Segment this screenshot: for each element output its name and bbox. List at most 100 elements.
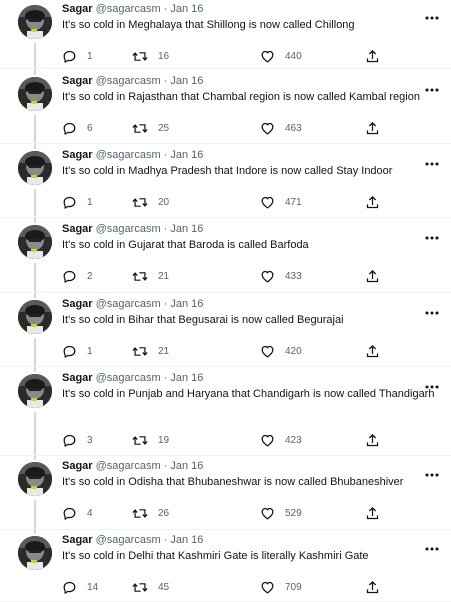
tweet[interactable]: Sagar @sagarcasm · Jan 16 It's so cold i… bbox=[0, 530, 451, 602]
more-options-button[interactable] bbox=[425, 79, 439, 92]
reply-button[interactable]: 1 bbox=[62, 48, 93, 64]
avatar[interactable] bbox=[18, 374, 52, 408]
retweet-button[interactable]: 45 bbox=[132, 579, 169, 595]
tweet[interactable]: Sagar @sagarcasm · Jan 16 It's so cold i… bbox=[0, 293, 451, 367]
tweet[interactable]: Sagar @sagarcasm · Jan 16 It's so cold i… bbox=[0, 456, 451, 530]
retweet-button[interactable]: 20 bbox=[132, 194, 169, 210]
retweet-button[interactable]: 26 bbox=[132, 505, 169, 521]
tweet-actions: 4 26 529 bbox=[62, 505, 392, 521]
upload-arrow-icon bbox=[366, 269, 379, 284]
author-handle[interactable]: @sagarcasm bbox=[96, 223, 161, 235]
three-dots-icon bbox=[425, 464, 439, 481]
share-button[interactable] bbox=[366, 194, 379, 210]
share-button[interactable] bbox=[366, 505, 379, 521]
author-name[interactable]: Sagar bbox=[62, 3, 93, 15]
author-handle[interactable]: @sagarcasm bbox=[96, 298, 161, 310]
tweet[interactable]: Sagar @sagarcasm · Jan 16 It's so cold i… bbox=[0, 367, 451, 456]
tweet-date[interactable]: · Jan 16 bbox=[164, 149, 204, 161]
tweet-content: Sagar @sagarcasm · Jan 16 It's so cold i… bbox=[62, 149, 441, 179]
more-options-button[interactable] bbox=[425, 376, 439, 389]
tweet[interactable]: Sagar @sagarcasm · Jan 16 It's so cold i… bbox=[0, 0, 451, 69]
tweet-date[interactable]: · Jan 16 bbox=[164, 534, 204, 546]
avatar[interactable] bbox=[18, 5, 52, 39]
share-button[interactable] bbox=[366, 579, 379, 595]
reply-button[interactable]: 2 bbox=[62, 268, 93, 284]
tweet-date[interactable]: · Jan 16 bbox=[164, 3, 204, 15]
tweet[interactable]: Sagar @sagarcasm · Jan 16 It's so cold i… bbox=[0, 69, 451, 144]
author-name[interactable]: Sagar bbox=[62, 75, 93, 87]
reply-button[interactable]: 6 bbox=[62, 120, 93, 136]
tweet-text: It's so cold in Meghalaya that Shillong … bbox=[62, 19, 355, 31]
reply-button[interactable]: 3 bbox=[62, 432, 93, 448]
retweet-button[interactable]: 16 bbox=[132, 48, 169, 64]
reply-button[interactable]: 14 bbox=[62, 579, 98, 595]
author-name[interactable]: Sagar bbox=[62, 460, 93, 472]
more-options-button[interactable] bbox=[425, 7, 439, 20]
like-count: 423 bbox=[285, 434, 302, 446]
thread-connector-line bbox=[34, 338, 36, 366]
avatar[interactable] bbox=[18, 462, 52, 496]
share-button[interactable] bbox=[366, 120, 379, 136]
retweet-button[interactable]: 21 bbox=[132, 268, 169, 284]
thread-connector-line bbox=[34, 218, 36, 223]
avatar[interactable] bbox=[18, 536, 52, 570]
share-button[interactable] bbox=[366, 268, 379, 284]
like-count: 463 bbox=[285, 122, 302, 134]
author-name[interactable]: Sagar bbox=[62, 223, 93, 235]
author-handle[interactable]: @sagarcasm bbox=[96, 3, 161, 15]
author-handle[interactable]: @sagarcasm bbox=[96, 75, 161, 87]
retweet-button[interactable]: 21 bbox=[132, 343, 169, 359]
reply-button[interactable]: 1 bbox=[62, 194, 93, 210]
avatar[interactable] bbox=[18, 151, 52, 185]
author-name[interactable]: Sagar bbox=[62, 149, 93, 161]
tweet-actions: 3 19 423 bbox=[62, 432, 392, 448]
share-button[interactable] bbox=[366, 48, 379, 64]
tweet-date[interactable]: · Jan 16 bbox=[164, 372, 204, 384]
avatar[interactable] bbox=[18, 300, 52, 334]
author-handle[interactable]: @sagarcasm bbox=[96, 460, 161, 472]
thread-connector-line bbox=[34, 263, 36, 292]
thread-connector-line bbox=[34, 367, 36, 372]
like-button[interactable]: 440 bbox=[260, 48, 302, 64]
share-button[interactable] bbox=[366, 343, 379, 359]
more-options-button[interactable] bbox=[425, 227, 439, 240]
reply-button[interactable]: 1 bbox=[62, 343, 93, 359]
like-button[interactable]: 420 bbox=[260, 343, 302, 359]
more-options-button[interactable] bbox=[425, 464, 439, 477]
tweet-date[interactable]: · Jan 16 bbox=[164, 460, 204, 472]
reply-button[interactable]: 4 bbox=[62, 505, 93, 521]
author-handle[interactable]: @sagarcasm bbox=[96, 372, 161, 384]
reply-count: 6 bbox=[87, 122, 93, 134]
like-button[interactable]: 529 bbox=[260, 505, 302, 521]
thread-connector-line bbox=[34, 293, 36, 298]
author-name[interactable]: Sagar bbox=[62, 372, 93, 384]
more-options-button[interactable] bbox=[425, 302, 439, 315]
tweet[interactable]: Sagar @sagarcasm · Jan 16 It's so cold i… bbox=[0, 218, 451, 293]
author-name[interactable]: Sagar bbox=[62, 298, 93, 310]
like-button[interactable]: 433 bbox=[260, 268, 302, 284]
like-button[interactable]: 423 bbox=[260, 432, 302, 448]
like-button[interactable]: 463 bbox=[260, 120, 302, 136]
like-button[interactable]: 709 bbox=[260, 579, 302, 595]
heart-outline-icon bbox=[260, 433, 275, 448]
tweet-date[interactable]: · Jan 16 bbox=[164, 298, 204, 310]
avatar[interactable] bbox=[18, 225, 52, 259]
author-name[interactable]: Sagar bbox=[62, 534, 93, 546]
more-options-button[interactable] bbox=[425, 153, 439, 166]
retweet-button[interactable]: 25 bbox=[132, 120, 169, 136]
tweet-actions: 2 21 433 bbox=[62, 268, 392, 284]
more-options-button[interactable] bbox=[425, 538, 439, 551]
author-handle[interactable]: @sagarcasm bbox=[96, 534, 161, 546]
thread-connector-line bbox=[34, 69, 36, 75]
reply-count: 1 bbox=[87, 50, 93, 62]
like-button[interactable]: 471 bbox=[260, 194, 302, 210]
tweet-date[interactable]: · Jan 16 bbox=[164, 75, 204, 87]
tweet[interactable]: Sagar @sagarcasm · Jan 16 It's so cold i… bbox=[0, 144, 451, 218]
tweet-actions: 14 45 709 bbox=[62, 579, 392, 595]
author-handle[interactable]: @sagarcasm bbox=[96, 149, 161, 161]
retweet-button[interactable]: 19 bbox=[132, 432, 169, 448]
tweet-date[interactable]: · Jan 16 bbox=[164, 223, 204, 235]
avatar[interactable] bbox=[18, 77, 52, 111]
reply-count: 14 bbox=[87, 581, 99, 593]
share-button[interactable] bbox=[366, 432, 379, 448]
